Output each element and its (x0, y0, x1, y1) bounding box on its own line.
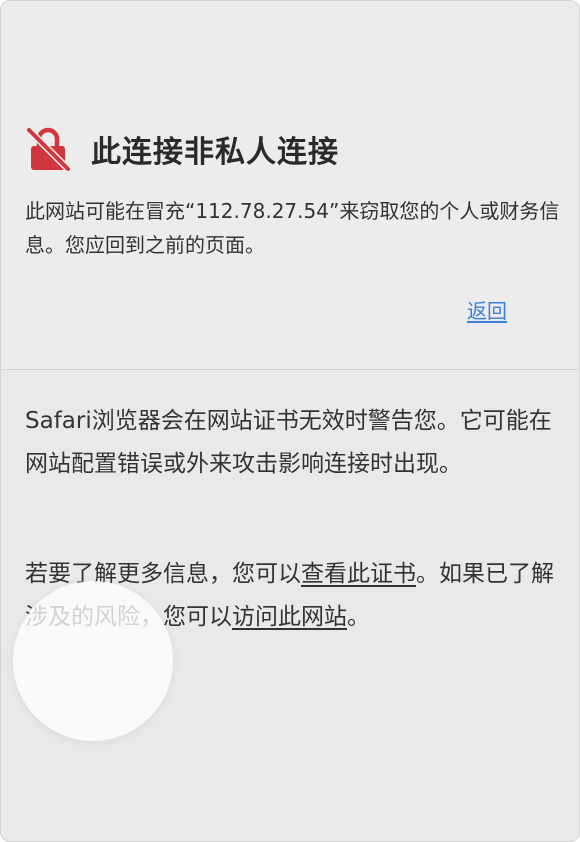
warning-message: 此网站可能在冒充“112.78.27.54”来窃取您的个人或财务信息。您应回到之… (25, 199, 560, 257)
warning-panel: 此连接非私人连接 此网站可能在冒充“112.78.27.54”来窃取您的个人或财… (1, 1, 579, 370)
info-paragraph: Safari浏览器会在网站证书无效时警告您。它可能在网站配置错误或外来攻击影响连… (25, 408, 552, 477)
lock-slash-icon (25, 126, 71, 172)
back-link[interactable]: 返回 (467, 295, 507, 324)
details-suffix-text: 。 (347, 604, 370, 630)
safari-warning-page: 此连接非私人连接 此网站可能在冒充“112.78.27.54”来窃取您的个人或财… (0, 0, 580, 842)
title-row: 此连接非私人连接 (25, 125, 339, 173)
page-title: 此连接非私人连接 (91, 135, 339, 170)
view-certificate-link[interactable]: 查看此证书 (301, 561, 416, 587)
magnifier-highlight (13, 581, 173, 741)
visit-website-link[interactable]: 访问此网站 (232, 604, 347, 630)
details-prefix-text: 若要了解更多信息，您可以 (25, 561, 301, 587)
